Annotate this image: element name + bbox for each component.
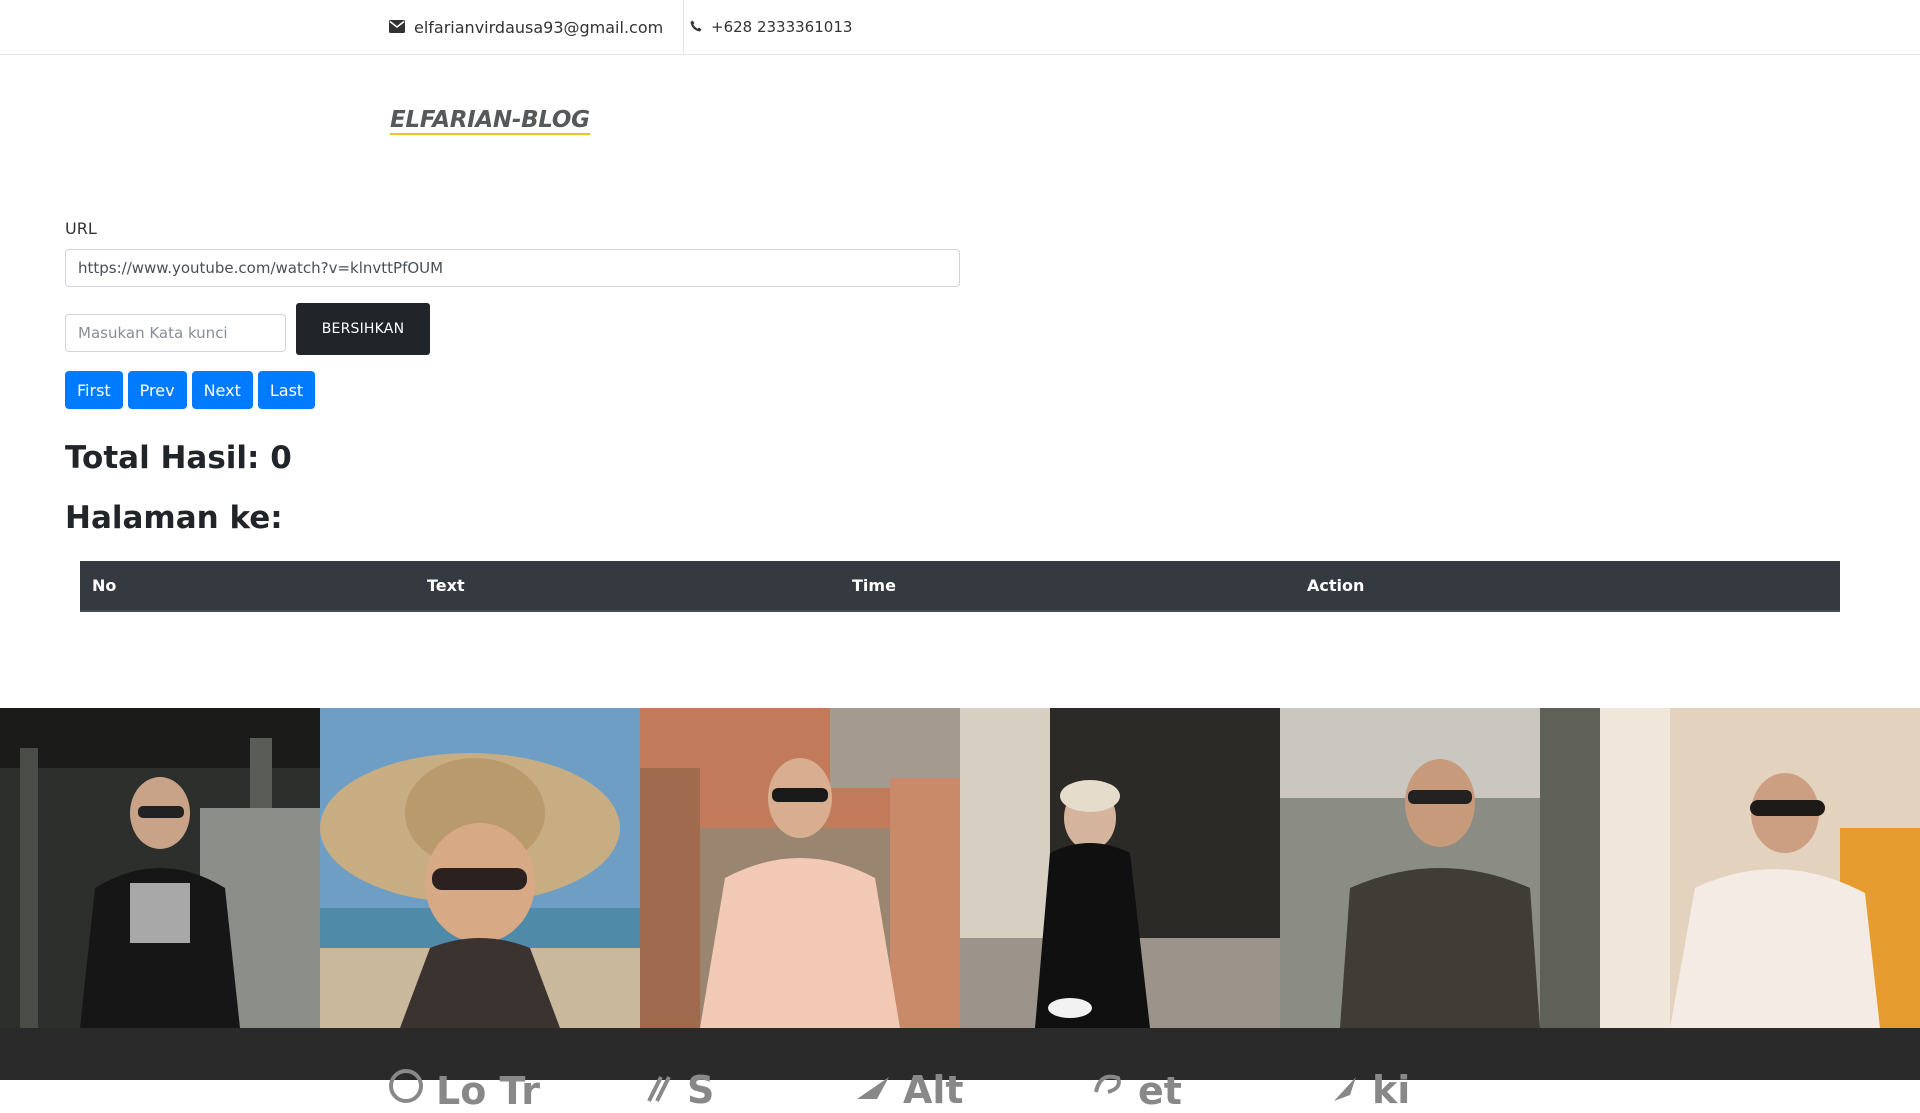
instagram-gallery (0, 708, 1920, 1028)
photo-woman-straw-hat[interactable] (320, 708, 640, 1028)
total-results-heading: Total Hasil: 0 (65, 440, 292, 476)
envelope-icon (389, 18, 405, 37)
brand-logo-2: S (645, 1068, 714, 1112)
url-label: URL (65, 219, 97, 238)
photo-woman-black-outfit[interactable] (960, 708, 1280, 1028)
brand-name-2: S (687, 1068, 715, 1112)
last-page-button[interactable]: Last (257, 371, 316, 409)
next-page-button[interactable]: Next (191, 371, 253, 409)
brand-logo-5: ki (1330, 1068, 1410, 1112)
brand-logo-4: et (1090, 1068, 1182, 1113)
brand-name-4: et (1138, 1068, 1182, 1113)
brand-logo-1: Lo Tr (388, 1068, 540, 1113)
url-input[interactable] (65, 249, 960, 287)
email-text: elfarianvirdausa93@gmail.com (414, 17, 664, 37)
brand-feather-icon (1330, 1068, 1360, 1112)
email-contact[interactable]: elfarianvirdausa93@gmail.com (389, 0, 685, 54)
first-page-button[interactable]: First (65, 371, 123, 409)
column-header-no: No (80, 561, 415, 612)
brand-logo-3: Alt (855, 1068, 964, 1112)
photo-woman-pink-sweater[interactable] (640, 708, 960, 1028)
clear-button[interactable]: BERSIHKAN (296, 303, 430, 355)
column-header-text: Text (415, 561, 840, 612)
page-number-heading: Halaman ke: (65, 500, 283, 536)
photo-woman-turtleneck[interactable] (1600, 708, 1920, 1028)
site-logo[interactable]: ELFARIAN-BLOG (390, 107, 590, 135)
footer-brands-bar: Lo Tr S Alt et ki (0, 1028, 1920, 1113)
pagination: First Prev Next Last (65, 371, 316, 409)
brand-name-3: Alt (903, 1068, 964, 1112)
column-header-action: Action (1295, 561, 1840, 612)
results-table: No Text Time Action (80, 561, 1840, 612)
photo-woman-black-jacket[interactable] (0, 708, 320, 1028)
phone-contact[interactable]: +628 2333361013 (690, 0, 852, 54)
brand-name-5: ki (1372, 1068, 1411, 1112)
phone-text: +628 2333361013 (711, 18, 853, 36)
table-header-row: No Text Time Action (80, 561, 1840, 612)
brand-slash-icon (645, 1068, 675, 1112)
brand-circle-icon (388, 1068, 424, 1113)
top-contact-bar: elfarianvirdausa93@gmail.com +628 233336… (0, 0, 1920, 55)
photo-man-tshirt[interactable] (1280, 708, 1600, 1028)
keyword-input[interactable] (65, 314, 286, 352)
brand-swirl-icon (1090, 1068, 1126, 1113)
column-header-time: Time (840, 561, 1295, 612)
brand-name-1: Lo Tr (436, 1068, 541, 1113)
prev-page-button[interactable]: Prev (127, 371, 187, 409)
brand-arrow-icon (855, 1068, 891, 1112)
phone-icon (690, 18, 702, 36)
